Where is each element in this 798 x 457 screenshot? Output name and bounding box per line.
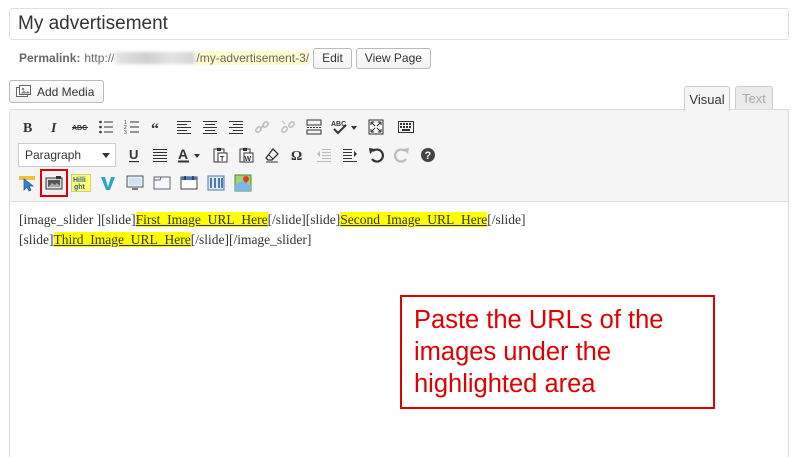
panel-plugin-icon[interactable]: [151, 172, 173, 194]
paste-text-icon[interactable]: T: [208, 143, 232, 167]
strikethrough-icon[interactable]: ABC: [68, 115, 92, 139]
annotation-callout: Paste the URLs of the images under the h…: [400, 295, 715, 409]
permalink-label: Permalink:: [19, 51, 81, 65]
permalink-bar: Permalink: http:// /my-advertisement-3/ …: [19, 47, 431, 69]
link-icon[interactable]: [250, 115, 274, 139]
paste-word-icon[interactable]: W: [234, 143, 258, 167]
svg-text:Hilli: Hilli: [73, 177, 86, 184]
permalink-domain-prefix: http://: [84, 51, 115, 65]
svg-text:T: T: [220, 156, 225, 163]
permalink-slug[interactable]: /my-advertisement-3/: [196, 51, 310, 65]
highlighted-url-placeholder[interactable]: First_Image_URL_Here: [135, 212, 268, 227]
more-tag-icon[interactable]: [302, 115, 326, 139]
help-icon[interactable]: ?: [416, 143, 440, 167]
indent-icon[interactable]: [338, 143, 362, 167]
shortcode-text: [/slide]: [487, 212, 526, 227]
editor-content[interactable]: [image_slider ][slide]First_Image_URL_He…: [10, 202, 788, 258]
permalink-edit-button[interactable]: Edit: [313, 47, 352, 69]
bold-icon[interactable]: B: [16, 115, 40, 139]
align-right-icon[interactable]: [224, 115, 248, 139]
svg-text:B: B: [23, 121, 32, 135]
toolbar-row-2: Paragraph U A T W Ω ?: [16, 143, 442, 167]
toolbar-row-1: B I ABC 123 “ ABC: [16, 115, 420, 139]
add-media-label: Add Media: [37, 84, 95, 99]
text-color-icon[interactable]: A: [174, 143, 206, 167]
align-left-icon[interactable]: [172, 115, 196, 139]
svg-text:A: A: [178, 147, 188, 162]
highlighted-url-placeholder[interactable]: Third_Image_URL_Here: [53, 232, 191, 247]
spellcheck-icon[interactable]: ABC: [328, 115, 362, 139]
view-page-button[interactable]: View Page: [355, 47, 431, 69]
content-line-1: [image_slider ][slide]First_Image_URL_He…: [19, 210, 779, 230]
tab-visual[interactable]: Visual: [684, 86, 730, 111]
svg-text:W: W: [245, 156, 252, 163]
align-center-icon[interactable]: [198, 115, 222, 139]
monitor-plugin-icon[interactable]: [124, 172, 146, 194]
svg-text:?: ?: [425, 150, 432, 162]
add-media-button[interactable]: Add Media: [9, 80, 105, 103]
media-icon: [16, 85, 31, 98]
post-title-input[interactable]: [10, 9, 788, 39]
callout-line: Paste the URLs of the: [414, 306, 664, 334]
chevron-down-icon: [102, 152, 110, 158]
format-select[interactable]: Paragraph: [18, 143, 116, 167]
svg-text:U: U: [129, 147, 138, 162]
special-character-icon[interactable]: Ω: [286, 143, 310, 167]
svg-text:Ω: Ω: [291, 149, 302, 163]
svg-text:ABC: ABC: [72, 125, 87, 132]
callout-line: highlighted area: [414, 370, 596, 398]
cursor-plugin-icon[interactable]: [16, 172, 38, 194]
content-line-2: [slide]Third_Image_URL_Here[/slide][/ima…: [19, 230, 779, 250]
vimeo-plugin-icon[interactable]: [97, 172, 119, 194]
svg-text:I: I: [50, 121, 57, 135]
permalink-blurred-domain: [115, 52, 196, 64]
table-plugin-icon[interactable]: [178, 172, 200, 194]
clear-formatting-icon[interactable]: [260, 143, 284, 167]
toolbar-row-3: Hilli ght: [16, 169, 259, 197]
redo-icon[interactable]: [390, 143, 414, 167]
tab-text[interactable]: Text: [735, 86, 773, 110]
kitchen-sink-icon[interactable]: [394, 115, 418, 139]
outdent-icon[interactable]: [312, 143, 336, 167]
numbered-list-icon[interactable]: 123: [120, 115, 144, 139]
undo-icon[interactable]: [364, 143, 388, 167]
post-title-field[interactable]: [9, 8, 789, 40]
blockquote-icon[interactable]: “: [146, 115, 170, 139]
shortcode-text: [/slide][slide]: [267, 212, 341, 227]
unlink-icon[interactable]: [276, 115, 300, 139]
bullet-list-icon[interactable]: [94, 115, 118, 139]
editor-toolbar: B I ABC 123 “ ABC Paragraph U A T W Ω ? …: [10, 110, 788, 202]
callout-line: images under the: [414, 338, 612, 366]
fullscreen-icon[interactable]: [364, 115, 388, 139]
shortcode-text: [/slide][/image_slider]: [190, 232, 312, 247]
highlight-plugin-icon[interactable]: Hilli ght: [70, 172, 92, 194]
shortcode-text: [slide]: [19, 232, 54, 247]
justify-icon[interactable]: [148, 143, 172, 167]
svg-text:“: “: [151, 121, 159, 135]
svg-text:ght: ght: [74, 184, 86, 191]
svg-text:3: 3: [124, 130, 127, 135]
image-slider-plugin-icon[interactable]: [40, 169, 68, 197]
shortcode-text: [image_slider ][slide]: [19, 212, 136, 227]
columns-plugin-icon[interactable]: [205, 172, 227, 194]
map-plugin-icon[interactable]: [232, 172, 254, 194]
italic-icon[interactable]: I: [42, 115, 66, 139]
underline-icon[interactable]: U: [122, 143, 146, 167]
highlighted-url-placeholder[interactable]: Second_Image_URL_Here: [340, 212, 488, 227]
format-select-value: Paragraph: [25, 148, 82, 162]
